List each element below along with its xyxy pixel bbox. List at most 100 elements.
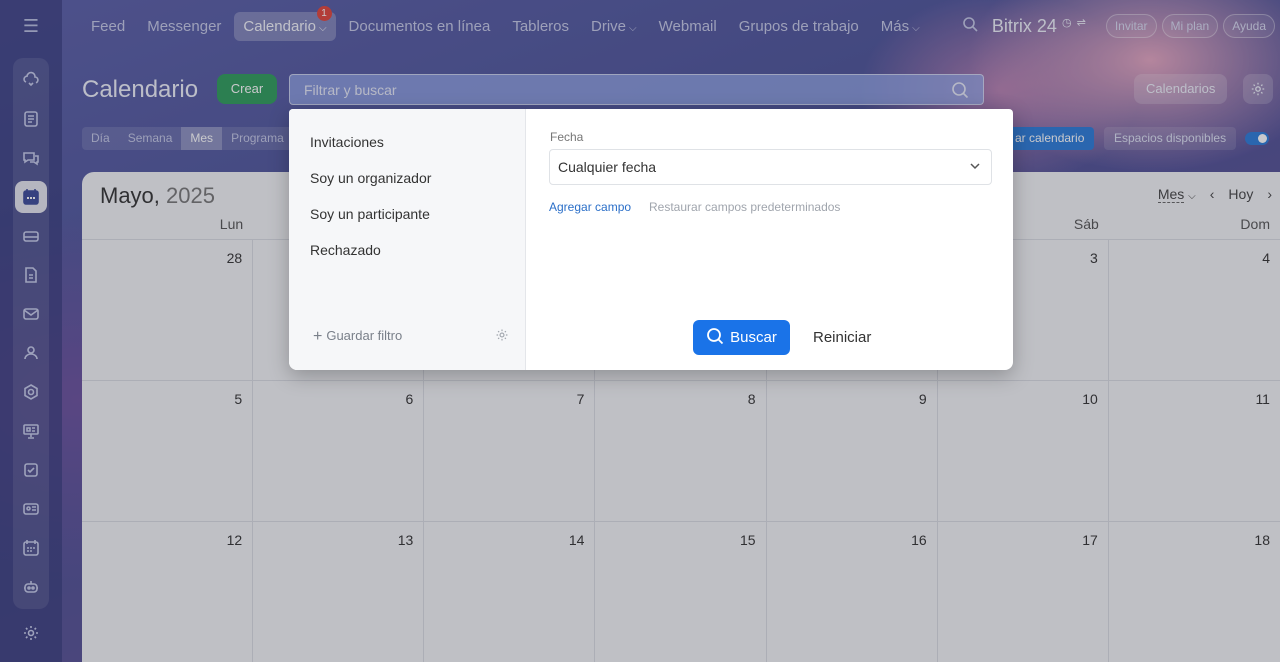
week-row: 12 13 14 15 16 17 18 bbox=[82, 522, 1280, 662]
search-button-label: Buscar bbox=[730, 329, 777, 346]
nav-grupos[interactable]: Grupos de trabajo bbox=[730, 12, 868, 41]
prev-month-chevron-icon[interactable]: ‹ bbox=[1210, 186, 1215, 202]
next-month-chevron-icon[interactable]: › bbox=[1267, 186, 1272, 202]
nav-calendario[interactable]: Calendario ⌵ 1 bbox=[234, 5, 336, 41]
day-cell[interactable]: 28 bbox=[82, 240, 254, 380]
weekday-name: Lun bbox=[219, 216, 244, 232]
search-icon[interactable] bbox=[951, 81, 969, 102]
settings-gear-icon[interactable] bbox=[1243, 74, 1273, 104]
search-icon[interactable] bbox=[962, 16, 978, 37]
day-cell[interactable]: 4 bbox=[1109, 240, 1280, 380]
day-cell[interactable]: 10 bbox=[938, 381, 1109, 521]
mail-icon[interactable] bbox=[15, 298, 47, 330]
disk-icon[interactable] bbox=[15, 220, 47, 252]
nav-mas-label: Más bbox=[880, 17, 910, 35]
view-select[interactable]: Mes ⌵ bbox=[1157, 186, 1196, 203]
page-title: Calendario bbox=[82, 76, 199, 103]
month-title: Mayo, 2025 bbox=[100, 183, 215, 209]
robot-icon[interactable] bbox=[15, 571, 47, 603]
save-filter-label: Guardar filtro bbox=[326, 328, 403, 343]
tasks-icon[interactable] bbox=[15, 454, 47, 486]
search-button[interactable]: Buscar bbox=[693, 320, 790, 355]
day-cell[interactable]: 14 bbox=[424, 522, 596, 662]
chevron-down-icon: ⌵ bbox=[1188, 191, 1196, 202]
top-navigation: Feed Messenger Calendario ⌵ 1 Documentos e… bbox=[62, 0, 1280, 52]
filter-fields-panel: Fecha Cualquier fecha Agregar campo Rest… bbox=[526, 109, 1013, 370]
menu-burger-icon[interactable]: ☰ bbox=[19, 14, 43, 38]
preset-organizador[interactable]: Soy un organizador bbox=[289, 160, 525, 196]
day-cell[interactable]: 9 bbox=[767, 381, 938, 521]
nav-messenger[interactable]: Messenger bbox=[138, 12, 230, 41]
nav-mas[interactable]: Más ⌵ bbox=[872, 12, 929, 41]
today-button[interactable]: Hoy bbox=[1228, 186, 1253, 202]
day-cell[interactable]: 11 bbox=[1109, 381, 1280, 521]
day-cell[interactable]: 8 bbox=[595, 381, 767, 521]
nav-drive[interactable]: Drive ⌵ bbox=[582, 12, 646, 41]
chat-icon[interactable] bbox=[15, 142, 47, 174]
nav-feed[interactable]: Feed bbox=[82, 12, 134, 41]
calendars-button[interactable]: Calendarios bbox=[1134, 74, 1228, 104]
add-field-link[interactable]: Agregar campo bbox=[549, 200, 631, 214]
day-cell[interactable]: 13 bbox=[253, 522, 425, 662]
tab-programa[interactable]: Programa bbox=[222, 127, 293, 150]
day-cell[interactable]: 18 bbox=[1109, 522, 1280, 662]
search-placeholder: Filtrar y buscar bbox=[304, 81, 397, 98]
calendar-icon[interactable] bbox=[15, 181, 47, 213]
crm-icon[interactable] bbox=[15, 376, 47, 408]
left-sidebar: ☰ bbox=[0, 0, 62, 662]
cloud-sync-icon[interactable] bbox=[15, 64, 47, 96]
groups-icon[interactable] bbox=[15, 337, 47, 369]
date-field-label: Fecha bbox=[550, 130, 584, 144]
create-button[interactable]: Crear bbox=[217, 74, 277, 104]
nav-documentos[interactable]: Documentos en línea bbox=[340, 12, 500, 41]
day-cell[interactable]: 15 bbox=[595, 522, 767, 662]
news-feed-icon[interactable] bbox=[15, 103, 47, 135]
filter-popup: Invitaciones Soy un organizador Soy un p… bbox=[289, 109, 1013, 370]
filter-presets-panel: Invitaciones Soy un organizador Soy un p… bbox=[289, 109, 526, 370]
reset-button[interactable]: Reiniciar bbox=[813, 320, 871, 355]
restore-fields-link[interactable]: Restaurar campos predeterminados bbox=[649, 200, 840, 214]
nav-webmail[interactable]: Webmail bbox=[650, 12, 726, 41]
preset-rechazado[interactable]: Rechazado bbox=[289, 232, 525, 268]
document-icon[interactable] bbox=[15, 259, 47, 291]
chevron-down-icon bbox=[969, 150, 981, 184]
tab-dia[interactable]: Día bbox=[82, 127, 119, 150]
notification-badge: 1 bbox=[316, 5, 332, 21]
nav-tableros[interactable]: Tableros bbox=[503, 12, 578, 41]
day-cell[interactable]: 12 bbox=[82, 522, 254, 662]
date-select[interactable]: Cualquier fecha bbox=[549, 149, 992, 185]
month-name: Mayo, bbox=[100, 183, 160, 208]
save-filter-button[interactable]: + Guardar filtro bbox=[313, 328, 402, 346]
brand-logo[interactable]: Bitrix 24 ◷ ⇌ bbox=[992, 16, 1086, 37]
free-slots-toggle[interactable] bbox=[1245, 132, 1269, 145]
day-cell[interactable]: 17 bbox=[938, 522, 1109, 662]
chevron-down-icon: ⌵ bbox=[629, 22, 637, 34]
nav-drive-label: Drive bbox=[591, 17, 627, 35]
presentation-icon[interactable] bbox=[15, 415, 47, 447]
weekday-name: Dom bbox=[1240, 216, 1270, 232]
my-plan-button[interactable]: Mi plan bbox=[1161, 14, 1219, 38]
search-icon bbox=[706, 327, 724, 349]
nav-right-group: Bitrix 24 ◷ ⇌ Invitar Mi plan Ayuda bbox=[962, 0, 1280, 52]
filter-settings-gear-icon[interactable] bbox=[495, 328, 509, 347]
tab-semana[interactable]: Semana bbox=[119, 127, 182, 150]
chevron-down-icon: ⌵ bbox=[318, 22, 327, 34]
help-button[interactable]: Ayuda bbox=[1223, 14, 1275, 38]
free-slots-button[interactable]: Espacios disponibles bbox=[1104, 127, 1237, 150]
week-row: 5 6 7 8 9 10 11 bbox=[82, 381, 1280, 522]
planner-icon[interactable] bbox=[15, 532, 47, 564]
tab-mes[interactable]: Mes bbox=[181, 127, 223, 150]
filter-search-input[interactable]: Filtrar y buscar bbox=[289, 74, 984, 105]
preset-invitaciones[interactable]: Invitaciones bbox=[289, 124, 525, 160]
contact-card-icon[interactable] bbox=[15, 493, 47, 525]
calendar-navigation: Mes ⌵ ‹ Hoy › bbox=[1157, 186, 1272, 203]
settings-gear-icon[interactable] bbox=[15, 617, 47, 649]
day-cell[interactable]: 5 bbox=[82, 381, 254, 521]
sync-calendar-button[interactable]: ar calendario bbox=[1005, 127, 1095, 150]
day-cell[interactable]: 7 bbox=[424, 381, 596, 521]
preset-participante[interactable]: Soy un participante bbox=[289, 196, 525, 232]
day-cell[interactable]: 16 bbox=[767, 522, 938, 662]
day-cell[interactable]: 6 bbox=[253, 381, 425, 521]
chevron-down-icon: ⌵ bbox=[912, 22, 920, 34]
invite-button[interactable]: Invitar bbox=[1105, 14, 1157, 38]
